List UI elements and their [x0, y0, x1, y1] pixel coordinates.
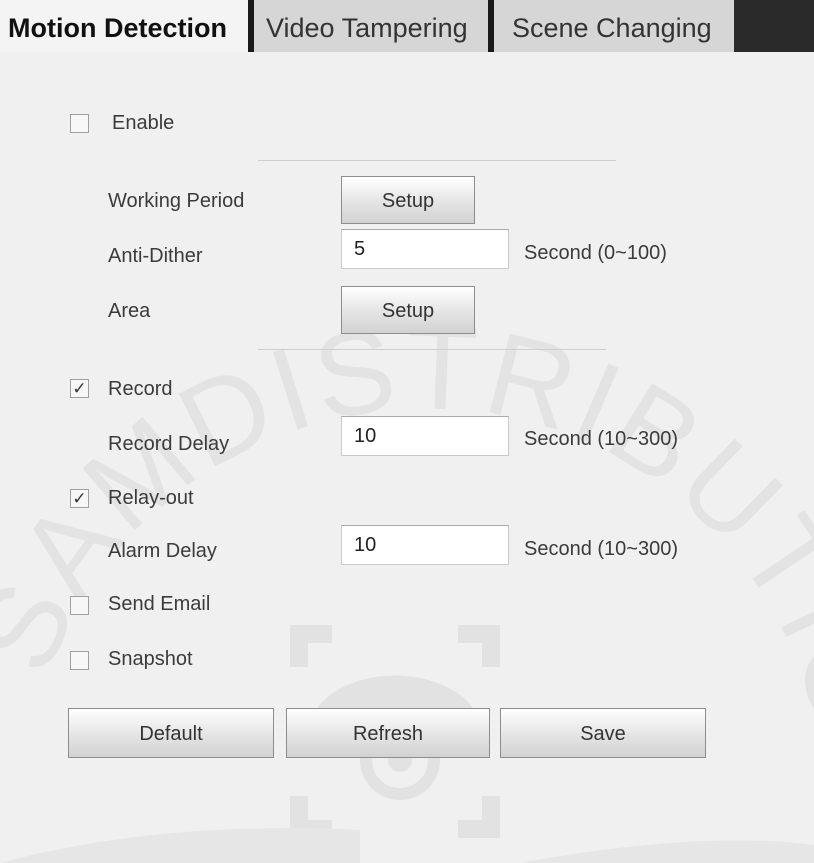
- area-setup-button[interactable]: Setup: [341, 286, 475, 334]
- tab-video-tampering[interactable]: Video Tampering: [248, 0, 488, 52]
- working-period-setup-button[interactable]: Setup: [341, 176, 475, 224]
- record-delay-unit: Second (10~300): [524, 428, 679, 450]
- tab-bar-filler: [734, 0, 814, 52]
- working-period-label: Working Period: [108, 190, 245, 212]
- enable-checkbox[interactable]: [70, 114, 89, 133]
- divider: [258, 349, 606, 350]
- tab-motion-detection[interactable]: Motion Detection: [0, 0, 248, 52]
- divider: [258, 160, 616, 161]
- alarm-delay-unit: Second (10~300): [524, 538, 679, 560]
- default-button[interactable]: Default: [68, 708, 274, 758]
- anti-dither-input[interactable]: [341, 229, 509, 269]
- alarm-delay-label: Alarm Delay: [108, 540, 217, 562]
- snapshot-checkbox[interactable]: [70, 651, 89, 670]
- record-checkbox[interactable]: ✓: [70, 379, 89, 398]
- enable-label: Enable: [112, 112, 175, 134]
- send-email-checkbox[interactable]: [70, 596, 89, 615]
- send-email-label: Send Email: [108, 593, 211, 615]
- alarm-delay-input[interactable]: [341, 525, 509, 565]
- save-button[interactable]: Save: [500, 708, 706, 758]
- area-label: Area: [108, 300, 151, 322]
- anti-dither-unit: Second (0~100): [524, 242, 667, 264]
- relay-out-label: Relay-out: [108, 487, 194, 509]
- anti-dither-label: Anti-Dither: [108, 245, 203, 267]
- record-delay-input[interactable]: [341, 416, 509, 456]
- tab-scene-changing[interactable]: Scene Changing: [488, 0, 734, 52]
- relay-out-checkbox[interactable]: ✓: [70, 489, 89, 508]
- record-label: Record: [108, 378, 173, 400]
- tab-bar: Motion Detection Video Tampering Scene C…: [0, 0, 814, 52]
- snapshot-label: Snapshot: [108, 648, 193, 670]
- record-delay-label: Record Delay: [108, 433, 230, 455]
- refresh-button[interactable]: Refresh: [286, 708, 490, 758]
